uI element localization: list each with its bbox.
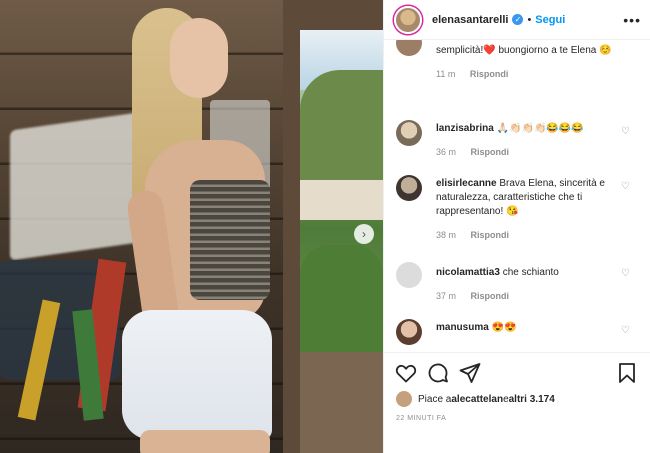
reply-button[interactable]: Rispondi [471, 291, 510, 301]
more-options-icon[interactable]: ••• [623, 12, 641, 28]
comment-username[interactable]: lanzisabrina [436, 123, 494, 134]
heart-icon[interactable]: ♡ [621, 325, 630, 336]
post-actions: Piace a alecattelan e altri 3.174 22 MIN… [384, 352, 650, 453]
reply-button[interactable]: Rispondi [470, 69, 509, 79]
comment-meta: 38 m Rispondi [436, 228, 616, 242]
header-separator: • [527, 13, 532, 26]
heart-icon[interactable]: ♡ [621, 268, 630, 279]
bookmark-icon[interactable] [615, 361, 639, 385]
reply-button[interactable]: Rispondi [471, 147, 510, 157]
post-timestamp: 22 MINUTI FA [396, 415, 447, 422]
window-view [300, 30, 383, 360]
heart-icon[interactable]: ♡ [621, 126, 630, 137]
comment-body: lanzisabrina 🙏🏻👏🏻👏🏻👏🏻😂😂😂 36 m Rispondi [436, 122, 616, 159]
likes-count[interactable]: altri 3.174 [509, 394, 555, 405]
comment-meta: 37 m Rispondi [436, 289, 616, 303]
comment-text: che schianto [502, 267, 559, 278]
avatar[interactable] [394, 5, 422, 34]
comment-body: manusuma 😍😍 [436, 321, 616, 335]
reply-button[interactable]: Rispondi [471, 230, 510, 240]
avatar[interactable] [396, 262, 422, 288]
hill [300, 70, 383, 180]
comment-body: elisirlecanne Brava Elena, sincerità e n… [436, 177, 616, 242]
comment-meta: 36 m Rispondi [436, 145, 616, 159]
trees [300, 245, 383, 360]
comment-meta: 11 m Rispondi [436, 67, 616, 81]
avatar[interactable] [396, 391, 412, 407]
verified-badge-icon: ✓ [512, 14, 524, 25]
post-photo[interactable]: › [0, 0, 383, 453]
avatar[interactable] [396, 319, 422, 345]
comment-username[interactable]: nicolamattia3 [436, 267, 500, 278]
woman-legs [140, 430, 270, 453]
avatar[interactable] [396, 120, 422, 146]
share-icon[interactable] [458, 361, 482, 385]
post-header: elenasantarelli ✓ • Segui ••• [384, 0, 650, 40]
avatar[interactable] [396, 40, 422, 56]
comment-time: 11 m [436, 69, 456, 79]
comment-text: 😍😍 [491, 322, 517, 333]
comment-text: semplicità!❤️ buongiorno a te Elena ☺️ [436, 45, 612, 56]
post-panel: elenasantarelli ✓ • Segui ••• semplicità… [383, 0, 650, 453]
window-sill [300, 352, 383, 453]
avatar[interactable] [396, 175, 422, 201]
comment-username[interactable]: elisirlecanne [436, 178, 497, 189]
comment-username[interactable]: manusuma [436, 322, 489, 333]
header-username[interactable]: elenasantarelli [432, 14, 508, 26]
likes-summary: Piace a alecattelan e altri 3.174 [396, 391, 555, 407]
comment-time: 37 m [436, 291, 457, 301]
comment-time: 38 m [436, 230, 457, 240]
likes-user[interactable]: alecattelan [451, 394, 503, 405]
comment-body: nicolamattia3 che schianto 37 m Rispondi [436, 266, 616, 303]
woman-face [170, 18, 228, 98]
comment-icon[interactable] [426, 361, 450, 385]
roof [300, 180, 383, 220]
action-bar [394, 361, 639, 385]
denim-shorts [122, 310, 272, 440]
comment-time: 36 m [436, 147, 457, 157]
follow-button[interactable]: Segui [535, 14, 565, 26]
next-arrow-icon[interactable]: › [354, 224, 374, 244]
striped-top [190, 180, 270, 300]
likes-prefix: Piace a [418, 393, 452, 405]
heart-icon[interactable] [394, 361, 418, 385]
comment-text: 🙏🏻👏🏻👏🏻👏🏻😂😂😂 [496, 123, 584, 134]
heart-icon[interactable]: ♡ [621, 181, 630, 192]
comments-list[interactable]: semplicità!❤️ buongiorno a te Elena ☺️ 1… [384, 40, 650, 352]
comment-body: semplicità!❤️ buongiorno a te Elena ☺️ 1… [436, 44, 616, 81]
